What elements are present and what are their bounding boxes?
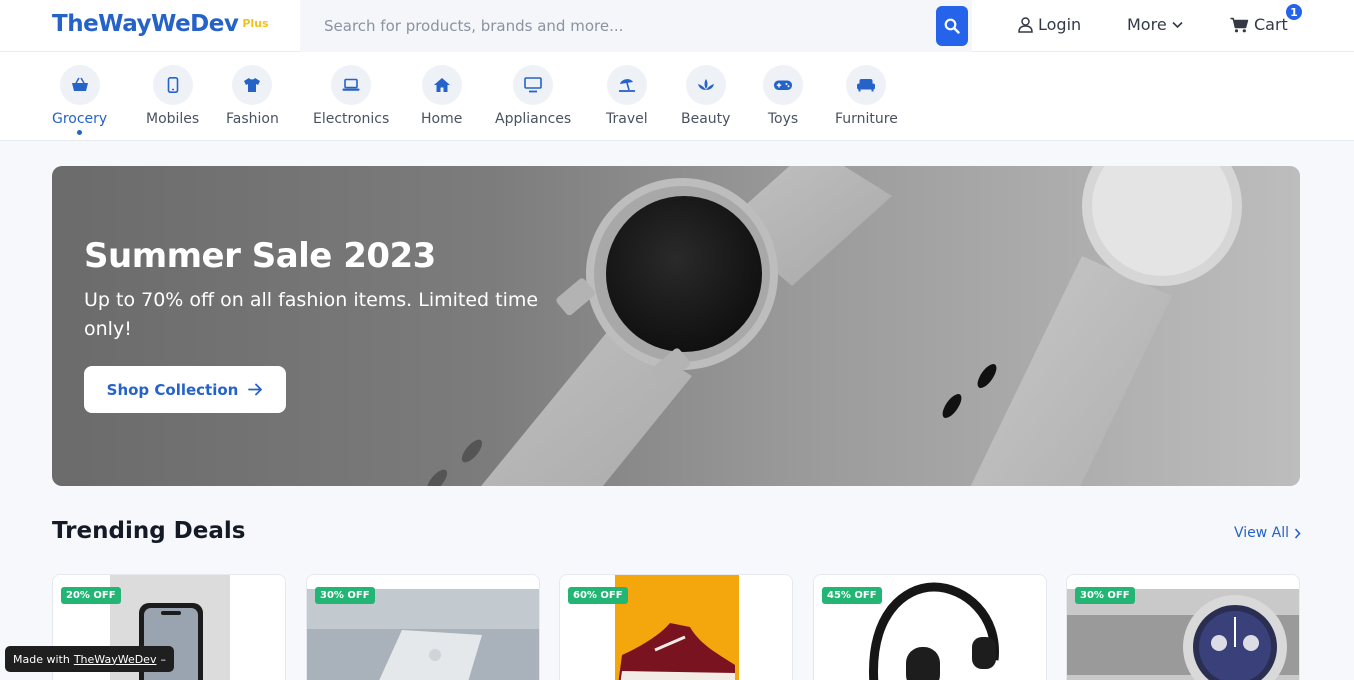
trending-deals-title: Trending Deals [52, 518, 246, 544]
logo-plus-badge: Plus [242, 17, 269, 30]
category-label: Toys [767, 111, 799, 127]
category-mobiles[interactable]: Mobiles [146, 65, 199, 127]
category-label: Electronics [313, 111, 390, 127]
view-all-link[interactable]: View All [1234, 525, 1301, 541]
made-with-badge: Made with TheWayWeDev – [5, 646, 174, 672]
hero-title: Summer Sale 2023 [84, 236, 436, 276]
site-logo[interactable]: TheWayWeDev Plus [52, 11, 269, 37]
tshirt-icon [244, 78, 261, 92]
active-indicator-dot [77, 130, 83, 135]
category-fashion[interactable]: Fashion [226, 65, 279, 127]
search-icon [944, 18, 960, 34]
category-appliances[interactable]: Appliances [495, 65, 571, 127]
category-icon-circle [846, 65, 887, 105]
discount-badge: 60% OFF [568, 587, 628, 604]
search-input[interactable] [300, 0, 930, 52]
discount-badge: 20% OFF [61, 587, 121, 604]
category-icon-circle [152, 65, 193, 105]
deal-card-laptop[interactable]: 30% OFF [306, 574, 540, 680]
category-electronics[interactable]: Electronics [313, 65, 389, 127]
deal-card-sneaker[interactable]: 60% OFF [559, 574, 793, 680]
made-with-prefix: Made with [13, 652, 70, 666]
category-label: Fashion [226, 111, 279, 127]
discount-badge: 30% OFF [1075, 587, 1135, 604]
category-label: Mobiles [146, 111, 200, 127]
cart-link[interactable]: Cart [1230, 15, 1288, 34]
category-label: Beauty [681, 111, 731, 127]
basket-icon [71, 77, 88, 91]
made-with-link[interactable]: TheWayWeDev [74, 653, 157, 666]
discount-badge: 45% OFF [822, 587, 882, 604]
category-label: Home [421, 111, 463, 127]
discount-badge: 30% OFF [315, 587, 375, 604]
hero-banner: Summer Sale 2023 Up to 70% off on all fa… [52, 166, 1300, 486]
category-bar: Grocery Mobiles Fashion Electronics Home… [0, 52, 1354, 141]
arrow-right-icon [248, 383, 263, 396]
category-icon-circle [685, 65, 726, 105]
more-label: More [1127, 15, 1167, 34]
category-icon-circle [421, 65, 462, 105]
made-with-suffix: – [160, 652, 166, 666]
deal-card-wristwatch[interactable]: 30% OFF [1066, 574, 1300, 680]
couch-icon [857, 79, 876, 92]
category-icon-circle [232, 65, 273, 105]
logo-text: TheWayWeDev [52, 11, 239, 37]
search-button[interactable] [936, 6, 968, 46]
category-home[interactable]: Home [421, 65, 462, 127]
login-link[interactable]: Login [1018, 15, 1081, 34]
category-label: Travel [606, 111, 648, 127]
top-header: TheWayWeDev Plus Login More Cart [0, 0, 1354, 52]
chevron-right-icon [1294, 527, 1301, 539]
lotus-icon [697, 79, 714, 90]
login-label: Login [1038, 15, 1082, 34]
category-icon-circle [513, 65, 554, 105]
umbrella-beach-icon [618, 79, 635, 92]
cart-count-badge: 1 [1284, 2, 1304, 22]
monitor-icon [524, 77, 542, 93]
view-all-label: View All [1234, 525, 1290, 541]
category-icon-circle [331, 65, 372, 105]
category-icon-circle [606, 65, 647, 105]
category-beauty[interactable]: Beauty [681, 65, 730, 127]
category-icon-circle [59, 65, 100, 105]
chevron-down-icon [1172, 21, 1183, 28]
search-bar [300, 0, 972, 52]
mobile-icon [167, 77, 178, 93]
shop-collection-label: Shop Collection [106, 380, 239, 399]
gamepad-icon [774, 80, 792, 90]
category-label: Appliances [495, 111, 572, 127]
more-dropdown[interactable]: More [1127, 15, 1183, 34]
category-toys[interactable]: Toys [763, 65, 803, 127]
category-furniture[interactable]: Furniture [835, 65, 898, 127]
deal-card-headphones[interactable]: 45% OFF [813, 574, 1047, 680]
category-grocery[interactable]: Grocery [52, 65, 107, 135]
cart-icon [1230, 17, 1249, 32]
category-travel[interactable]: Travel [606, 65, 648, 127]
category-label: Furniture [835, 111, 898, 127]
cart-label: Cart [1254, 15, 1288, 34]
category-icon-circle [763, 65, 803, 105]
laptop-icon [342, 78, 360, 91]
user-icon [1018, 16, 1033, 33]
shop-collection-button[interactable]: Shop Collection [84, 366, 286, 413]
hero-subtitle: Up to 70% off on all fashion items. Limi… [84, 289, 539, 340]
category-label: Grocery [52, 111, 108, 127]
house-icon [433, 78, 450, 92]
